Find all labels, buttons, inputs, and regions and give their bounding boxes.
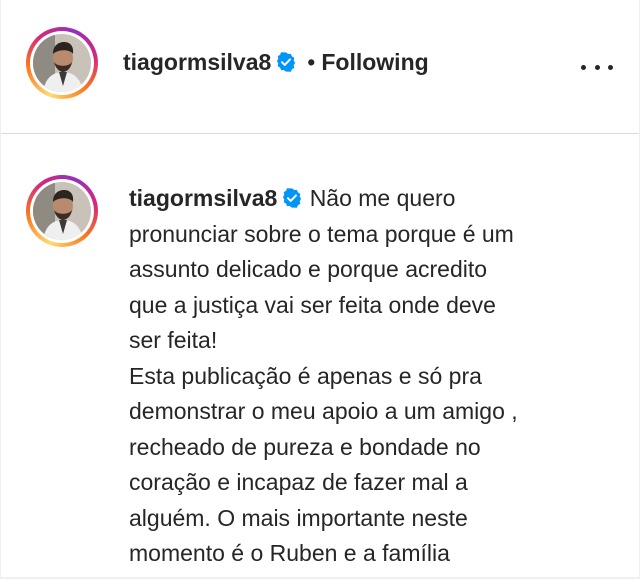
caption-line: Esta publicação é apenas e só pra — [129, 362, 482, 389]
caption-line: demonstrar o meu apoio a um amigo , — [129, 398, 518, 424]
avatar-photo — [33, 182, 91, 240]
profile-avatar[interactable] — [26, 27, 98, 99]
caption-line: assunto delicado e porque acredito — [129, 256, 488, 282]
verified-badge-icon — [283, 188, 302, 208]
caption-line: momento é o Ruben e a família — [129, 540, 450, 566]
separator-dot: • — [307, 49, 316, 75]
caption-line: Não me quero — [309, 185, 456, 211]
caption-line: recheado de pureza e bondade no — [129, 433, 481, 460]
caption-text: tiagormsilva8 Não me quero pronunciar so… — [129, 181, 569, 572]
header-username-link[interactable]: tiagormsilva8 — [123, 49, 271, 75]
header-user-line: tiagormsilva8 • Following — [123, 47, 429, 81]
caption-avatar[interactable] — [26, 175, 98, 247]
instagram-post-panel: tiagormsilva8 • Following tiagormsilva8 … — [0, 0, 640, 579]
caption-line: coração e incapaz de fazer mal a — [129, 469, 468, 495]
avatar-photo — [33, 34, 91, 92]
following-button[interactable]: Following — [321, 49, 428, 75]
caption-username-link[interactable]: tiagormsilva8 — [129, 185, 277, 211]
verified-badge-icon — [277, 52, 296, 72]
more-options-icon[interactable] — [581, 55, 613, 79]
post-header: tiagormsilva8 • Following — [1, 0, 639, 134]
caption-line: que a justiça vai ser feita onde deve — [129, 291, 496, 318]
caption-line: ser feita! — [129, 327, 218, 353]
caption-line: pronunciar sobre o tema porque é um — [129, 220, 514, 247]
caption-line: alguém. O mais importante neste — [129, 504, 468, 531]
